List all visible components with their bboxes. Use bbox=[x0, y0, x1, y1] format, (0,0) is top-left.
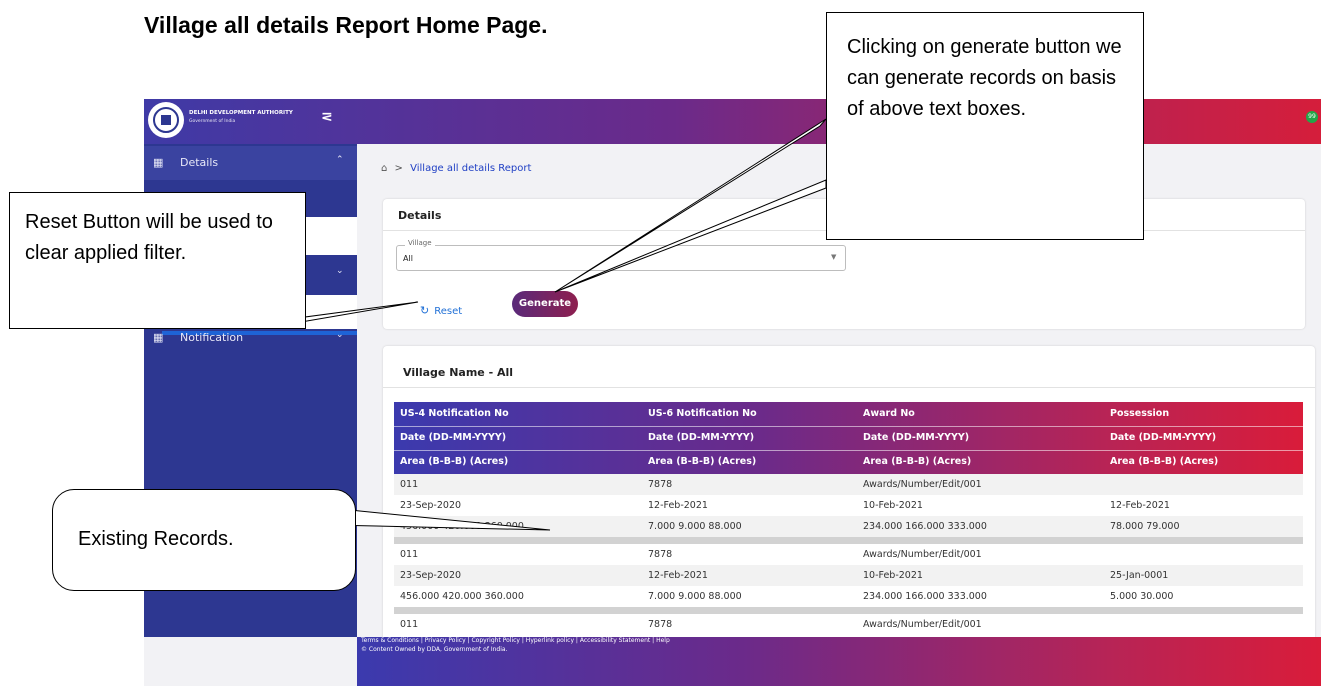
table-header: US-4 Notification No US-6 Notification N… bbox=[394, 402, 1303, 474]
filter-card-title: Details bbox=[398, 209, 442, 222]
table-cell: 7878 bbox=[648, 619, 673, 630]
column-header: Award No bbox=[863, 408, 915, 419]
table-cell: 10-Feb-2021 bbox=[863, 500, 923, 511]
table-row: 011 7878 Awards/Number/Edit/001 bbox=[394, 474, 1303, 495]
column-header: Possession bbox=[1110, 408, 1170, 419]
divider bbox=[383, 387, 1315, 388]
sidebar-item-label: Notification bbox=[180, 331, 244, 344]
sidebar-item-details[interactable]: ▦ Details ⌃ bbox=[144, 146, 357, 180]
table-cell: 25-Jan-0001 bbox=[1110, 570, 1169, 581]
table-cell: 23-Sep-2020 bbox=[400, 500, 462, 511]
top-bar: DELHI DEVELOPMENT AUTHORITY Government o… bbox=[144, 99, 1321, 144]
table-row: 23-Sep-2020 12-Feb-2021 10-Feb-2021 12-F… bbox=[394, 495, 1303, 516]
column-header: Area (B-B-B) (Acres) bbox=[863, 456, 972, 467]
table-cell: 10-Feb-2021 bbox=[863, 570, 923, 581]
table-cell: 234.000 166.000 333.000 bbox=[863, 591, 987, 602]
column-header: Date (DD-MM-YYYY) bbox=[863, 432, 970, 443]
column-header: US-6 Notification No bbox=[648, 408, 757, 419]
notification-bell-icon[interactable]: 99 bbox=[1306, 111, 1318, 123]
column-header: Area (B-B-B) (Acres) bbox=[400, 456, 509, 467]
table-cell: 78.000 79.000 bbox=[1110, 521, 1180, 532]
table-row: 011 7878 Awards/Number/Edit/001 bbox=[394, 544, 1303, 565]
table-header-row: Area (B-B-B) (Acres) Area (B-B-B) (Acres… bbox=[394, 450, 1303, 474]
table-cell: 456.000 420.000 360.000 bbox=[400, 521, 524, 532]
column-header: Date (DD-MM-YYYY) bbox=[648, 432, 755, 443]
table-cell: 011 bbox=[400, 619, 419, 630]
home-icon[interactable]: ⌂ bbox=[381, 163, 387, 174]
generate-callout: Clicking on generate button we can gener… bbox=[826, 12, 1144, 240]
table-cell: 23-Sep-2020 bbox=[400, 570, 462, 581]
org-subtitle: Government of India bbox=[189, 119, 236, 124]
column-header: Date (DD-MM-YYYY) bbox=[1110, 432, 1217, 443]
table-cell: 12-Feb-2021 bbox=[648, 570, 708, 581]
grid-icon: ▦ bbox=[153, 331, 164, 344]
existing-records-callout: Existing Records. bbox=[52, 489, 356, 591]
table-row: 011 7878 Awards/Number/Edit/001 bbox=[394, 614, 1303, 635]
breadcrumb-separator: > bbox=[394, 163, 403, 174]
village-value: All bbox=[403, 254, 413, 263]
existing-records-callout-text: Existing Records. bbox=[78, 528, 234, 550]
table-cell: Awards/Number/Edit/001 bbox=[863, 479, 982, 490]
table-cell: 7878 bbox=[648, 549, 673, 560]
chevron-down-icon: ⌄ bbox=[336, 266, 344, 276]
grid-icon: ▦ bbox=[153, 156, 164, 169]
refresh-icon: ↻ bbox=[420, 304, 430, 317]
app-window: DELHI DEVELOPMENT AUTHORITY Government o… bbox=[144, 99, 1321, 686]
table-cell: 12-Feb-2021 bbox=[648, 500, 708, 511]
table-cell: 7878 bbox=[648, 479, 673, 490]
reset-callout: Reset Button will be used to clear appli… bbox=[9, 192, 306, 329]
table-header-row: US-4 Notification No US-6 Notification N… bbox=[394, 402, 1303, 427]
table-cell: 234.000 166.000 333.000 bbox=[863, 521, 987, 532]
village-select[interactable]: Village All ▼ bbox=[396, 239, 846, 271]
caret-down-icon: ▼ bbox=[831, 253, 837, 261]
chevron-down-icon: ⌄ bbox=[336, 330, 344, 340]
column-header: Area (B-B-B) (Acres) bbox=[648, 456, 757, 467]
table-cell: 7.000 9.000 88.000 bbox=[648, 591, 742, 602]
record-separator bbox=[394, 607, 1303, 614]
table-cell: 456.000 420.000 360.000 bbox=[400, 591, 524, 602]
reset-label: Reset bbox=[434, 306, 463, 317]
table-cell: 011 bbox=[400, 479, 419, 490]
breadcrumb-current[interactable]: Village all details Report bbox=[410, 163, 531, 174]
reset-callout-text: Reset Button will be used to clear appli… bbox=[25, 211, 273, 264]
generate-button[interactable]: Generate bbox=[512, 291, 578, 317]
breadcrumb: ⌂ > Village all details Report bbox=[381, 163, 531, 174]
column-header: US-4 Notification No bbox=[400, 408, 509, 419]
results-card: Village Name - All US-4 Notification No … bbox=[383, 346, 1315, 646]
document-title: Village all details Report Home Page. bbox=[144, 12, 548, 38]
footer-links[interactable]: Terms & Conditions | Privacy Policy | Co… bbox=[361, 637, 670, 644]
menu-toggle-icon[interactable]: ⋜ bbox=[321, 109, 333, 125]
column-header: Area (B-B-B) (Acres) bbox=[1110, 456, 1219, 467]
footer: Terms & Conditions | Privacy Policy | Co… bbox=[357, 637, 1321, 686]
dda-logo-icon bbox=[148, 102, 184, 138]
table-row: 23-Sep-2020 12-Feb-2021 10-Feb-2021 25-J… bbox=[394, 565, 1303, 586]
table-cell: 12-Feb-2021 bbox=[1110, 500, 1170, 511]
table-cell: 5.000 30.000 bbox=[1110, 591, 1174, 602]
table-cell: 011 bbox=[400, 549, 419, 560]
generate-callout-text: Clicking on generate button we can gener… bbox=[847, 36, 1122, 120]
table-row: 456.000 420.000 360.000 7.000 9.000 88.0… bbox=[394, 586, 1303, 607]
column-header: Date (DD-MM-YYYY) bbox=[400, 432, 507, 443]
table-cell: 7.000 9.000 88.000 bbox=[648, 521, 742, 532]
record-separator bbox=[394, 537, 1303, 544]
table-cell: Awards/Number/Edit/001 bbox=[863, 619, 982, 630]
reset-button[interactable]: ↻ Reset bbox=[420, 304, 462, 317]
chevron-up-icon: ⌃ bbox=[336, 155, 344, 165]
org-name: DELHI DEVELOPMENT AUTHORITY bbox=[189, 110, 293, 116]
village-label: Village bbox=[405, 239, 435, 247]
results-title: Village Name - All bbox=[403, 366, 514, 379]
table-cell: Awards/Number/Edit/001 bbox=[863, 549, 982, 560]
table-header-row: Date (DD-MM-YYYY) Date (DD-MM-YYYY) Date… bbox=[394, 426, 1303, 451]
sidebar-item-label: Details bbox=[180, 156, 219, 169]
footer-copyright: © Content Owned by DDA, Government of In… bbox=[361, 646, 508, 653]
table-row: 456.000 420.000 360.000 7.000 9.000 88.0… bbox=[394, 516, 1303, 537]
